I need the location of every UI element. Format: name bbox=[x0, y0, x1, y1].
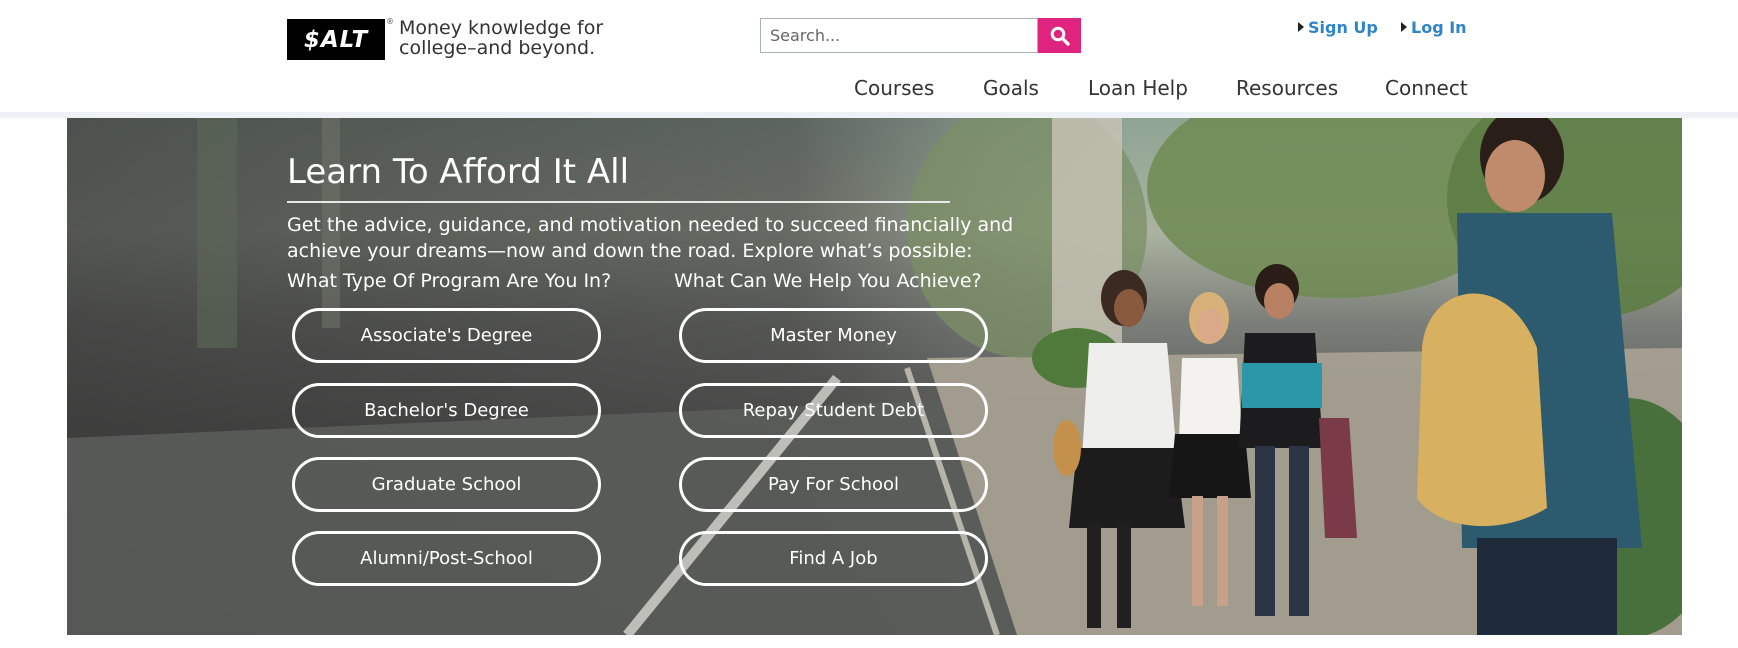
sign-up-link[interactable]: Sign Up bbox=[1298, 17, 1378, 37]
nav-item-resources[interactable]: Resources bbox=[1236, 76, 1338, 100]
log-in-label: Log In bbox=[1411, 17, 1467, 37]
site-header: $ALT ® Money knowledge for college–and b… bbox=[0, 0, 1738, 112]
log-in-link[interactable]: Log In bbox=[1401, 17, 1467, 37]
nav-item-courses[interactable]: Courses bbox=[854, 76, 934, 100]
triangle-right-icon bbox=[1298, 22, 1304, 32]
goal-column-heading: What Can We Help You Achieve? bbox=[674, 270, 982, 292]
hero-title-underline bbox=[287, 201, 950, 203]
search-button[interactable] bbox=[1038, 18, 1081, 53]
hero-title: Learn To Afford It All bbox=[287, 152, 630, 192]
search-input[interactable] bbox=[760, 18, 1038, 53]
logo-text: $ALT bbox=[303, 26, 369, 53]
program-alumni-post-school-button[interactable]: Alumni/Post-School bbox=[292, 531, 601, 586]
goal-master-money-button[interactable]: Master Money bbox=[679, 308, 988, 363]
sign-up-label: Sign Up bbox=[1308, 17, 1378, 37]
program-bachelors-degree-button[interactable]: Bachelor's Degree bbox=[292, 383, 601, 438]
program-column-heading: What Type Of Program Are You In? bbox=[287, 270, 612, 292]
triangle-right-icon bbox=[1401, 22, 1407, 32]
registered-mark: ® bbox=[386, 17, 394, 26]
program-associates-degree-button[interactable]: Associate's Degree bbox=[292, 308, 601, 363]
brand-tagline: Money knowledge for college–and beyond. bbox=[399, 17, 604, 59]
search-icon bbox=[1050, 26, 1070, 46]
nav-item-loan-help[interactable]: Loan Help bbox=[1088, 76, 1188, 100]
program-graduate-school-button[interactable]: Graduate School bbox=[292, 457, 601, 512]
nav-item-connect[interactable]: Connect bbox=[1385, 76, 1468, 100]
goal-repay-student-debt-button[interactable]: Repay Student Debt bbox=[679, 383, 988, 438]
nav-item-goals[interactable]: Goals bbox=[983, 76, 1039, 100]
goal-find-a-job-button[interactable]: Find A Job bbox=[679, 531, 988, 586]
goal-pay-for-school-button[interactable]: Pay For School bbox=[679, 457, 988, 512]
salt-logo[interactable]: $ALT bbox=[287, 19, 385, 60]
hero-intro-text: Get the advice, guidance, and motivation… bbox=[287, 214, 1014, 262]
